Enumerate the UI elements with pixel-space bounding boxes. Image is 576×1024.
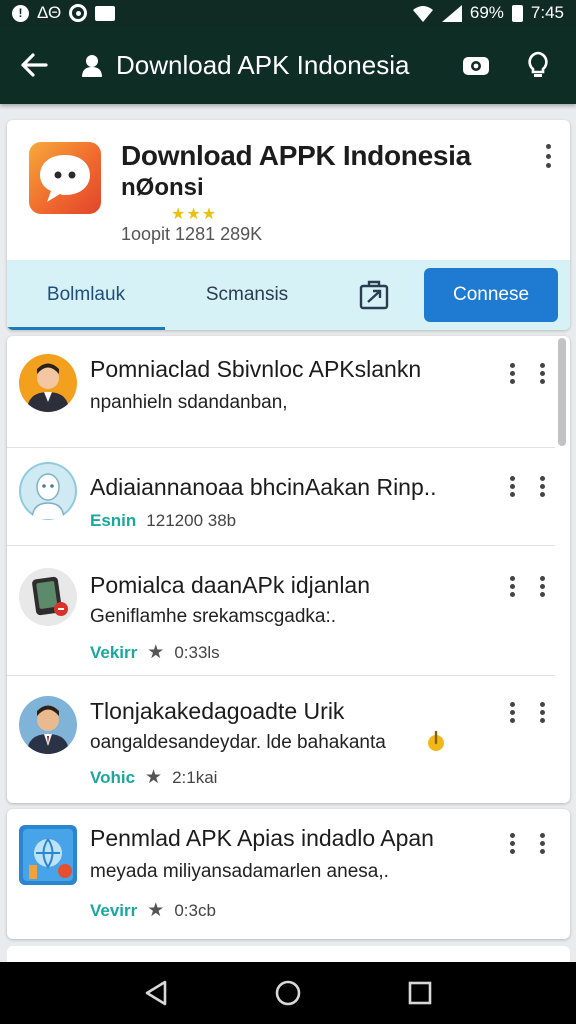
status-bar: ! ΔΘ 69% 7:45 (0, 0, 576, 26)
list-item-tag: Vekirr (90, 642, 138, 662)
list-item-meta: Vevirr ★ 0:3cb (90, 899, 216, 922)
list-item-meta-value: 2:1kai (172, 767, 218, 787)
list-item[interactable]: Penmlad APK Apias indadlo Apan meyada mi… (7, 809, 570, 939)
list-item-meta: Esnin 121200 38b (90, 511, 236, 531)
app-stats: 1oopit 1281 289K (121, 224, 263, 244)
avatar (19, 568, 77, 626)
list-item-title: Penmlad APK Apias indadlo Apan (90, 825, 434, 851)
list-item-title: Tlonjakakedagoadte Urik (90, 698, 345, 724)
connect-button[interactable]: Connese (424, 268, 558, 322)
list-item[interactable]: Pomniaclad Sbivnloc APKslankn npanhieln … (7, 336, 555, 448)
avatar (19, 696, 77, 754)
list-item[interactable]: Adiaiannanoaa bhcinAakan Rinp.. Esnin 12… (7, 448, 555, 546)
back-arrow-icon (21, 53, 48, 77)
tab-summary[interactable]: Scmansis (172, 260, 322, 330)
tab-strip: Bolmlauk Scmansis Connese (7, 260, 570, 330)
tips-button[interactable] (518, 45, 558, 85)
list-item-description: npanhieln sdandanban, (90, 392, 288, 413)
status-text: ΔΘ (37, 3, 62, 22)
phone-avatar-icon (32, 576, 68, 616)
battery-percent: 69% (469, 3, 504, 22)
square-recents-icon (408, 981, 432, 1005)
circle-home-icon (275, 980, 301, 1006)
battery-icon (511, 4, 523, 22)
app-subtitle: nØonsi (121, 174, 204, 201)
list-item-menu[interactable] (509, 576, 545, 597)
star-icon: ★ (147, 642, 165, 663)
star-icon: ★ (145, 767, 163, 788)
alert-icon: ! (12, 4, 29, 22)
list-item-tag: Vevirr (90, 900, 138, 920)
robot-avatar-icon (21, 464, 75, 520)
nav-recents-button[interactable] (398, 971, 442, 1015)
list-item-menu[interactable] (509, 476, 545, 497)
triangle-back-icon (145, 980, 167, 1006)
person-avatar-icon (27, 363, 69, 412)
overflow-menu-button[interactable] (536, 142, 560, 170)
chat-bubble-icon (40, 155, 90, 202)
list-item-description: oangaldesandeydar. lde bahakanta (90, 732, 386, 753)
star-icon: ★ (147, 900, 165, 921)
list-item-meta: Vekirr ★ 0:33ls (90, 641, 220, 664)
list-item-title: Pomniaclad Sbivnloc APKslankn (90, 356, 422, 382)
avatar (19, 462, 77, 520)
content-list: Pomniaclad Sbivnloc APKslankn npanhieln … (7, 336, 570, 803)
tab-bookmark[interactable]: Bolmlauk (7, 260, 165, 330)
list-item-title: Pomialca daanAPk idjanlan (90, 572, 371, 598)
list-item-tag: Esnin (90, 511, 137, 530)
navigation-bar (0, 962, 576, 1024)
list-item-description: Geniflamhe srekamscgadka:. (90, 606, 337, 627)
back-button[interactable] (8, 39, 60, 91)
list-item-menu[interactable] (509, 833, 545, 854)
list-item-meta-value: 121200 38b (146, 511, 237, 530)
medal-icon (428, 730, 444, 751)
share-icon (359, 280, 389, 310)
globe-app-icon (23, 829, 73, 881)
sync-icon (69, 4, 88, 22)
share-button[interactable] (352, 260, 396, 330)
list-item-description: meyada miliyansadamarlen anesa,. (90, 861, 389, 882)
list-item-meta-value: 0:3cb (174, 900, 216, 920)
app-logo (29, 142, 101, 214)
scrollbar[interactable] (558, 338, 566, 446)
app-icon (19, 825, 77, 885)
app-bar: Download APK Indonesia (0, 26, 576, 104)
list-item[interactable]: Pomialca daanAPk idjanlan Geniflamhe sre… (7, 546, 555, 676)
app-bar-title: Download APK Indonesia (116, 49, 410, 80)
nav-home-button[interactable] (266, 971, 310, 1015)
nav-back-button[interactable] (134, 971, 178, 1015)
list-item-title: Adiaiannanoaa bhcinAakan Rinp.. (90, 474, 437, 500)
rating-stars: ★★★ (171, 206, 218, 223)
list-item-menu[interactable] (509, 702, 545, 723)
avatar (19, 354, 77, 412)
lightbulb-icon (528, 51, 548, 77)
app-header-card: Download APPK Indonesia nØonsi ★★★ 1oopi… (7, 120, 570, 330)
person-avatar-icon (27, 705, 69, 754)
user-icon (82, 55, 102, 77)
app-name: Download APPK Indonesia (121, 140, 471, 171)
list-item[interactable]: Tlonjakakedagoadte Urik oangaldesandeyda… (7, 676, 555, 803)
camera-button[interactable] (456, 45, 496, 85)
wifi-icon (412, 5, 433, 22)
list-item-meta: Vohic ★ 2:1kai (90, 766, 217, 789)
notification-icon (95, 5, 116, 21)
list-item-menu[interactable] (509, 363, 545, 384)
clock: 7:45 (530, 3, 564, 22)
list-item-tag: Vohic (90, 767, 136, 787)
signal-icon (441, 4, 462, 22)
camera-icon (463, 57, 489, 75)
list-item-meta-value: 0:33ls (174, 642, 220, 662)
